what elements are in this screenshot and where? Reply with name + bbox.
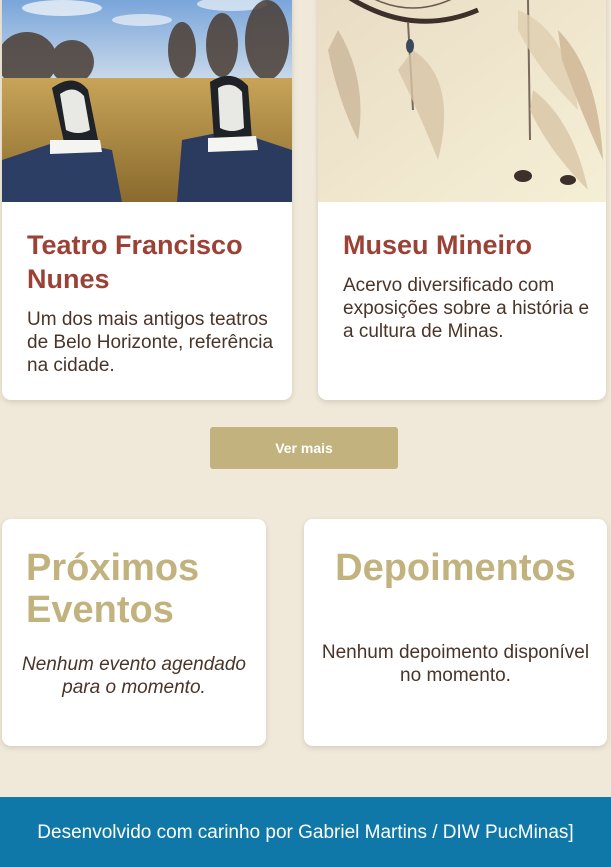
museu-image (318, 0, 606, 202)
attraction-title: Museu Mineiro (343, 230, 533, 260)
testimonials-title: Depoimentos (335, 547, 576, 589)
events-card: Próximos Eventos Nenhum evento agendado … (2, 519, 266, 746)
testimonials-card: Depoimentos Nenhum depoimento disponível… (304, 519, 607, 746)
events-empty-message: Nenhum evento agendado para o momento. (22, 654, 246, 698)
events-title: Próximos Eventos (26, 547, 200, 631)
teatro-image (2, 0, 292, 202)
attraction-card-museu[interactable]: Museu Mineiro Acervo diversificado com e… (318, 0, 606, 400)
ver-mais-button[interactable]: Ver mais (210, 427, 398, 469)
attraction-description: Um dos mais antigos teatros de Belo Hori… (27, 309, 274, 376)
testimonials-empty-message: Nenhum depoimento disponível no momento. (321, 642, 590, 686)
attraction-description: Acervo diversificado com exposições sobr… (343, 275, 590, 342)
footer: Desenvolvido com carinho por Gabriel Mar… (0, 797, 611, 867)
attraction-card-teatro[interactable]: Teatro Francisco Nunes Um dos mais antig… (2, 0, 292, 400)
attraction-title: Teatro Francisco Nunes (27, 230, 243, 294)
footer-text: Desenvolvido com carinho por Gabriel Mar… (37, 822, 574, 843)
